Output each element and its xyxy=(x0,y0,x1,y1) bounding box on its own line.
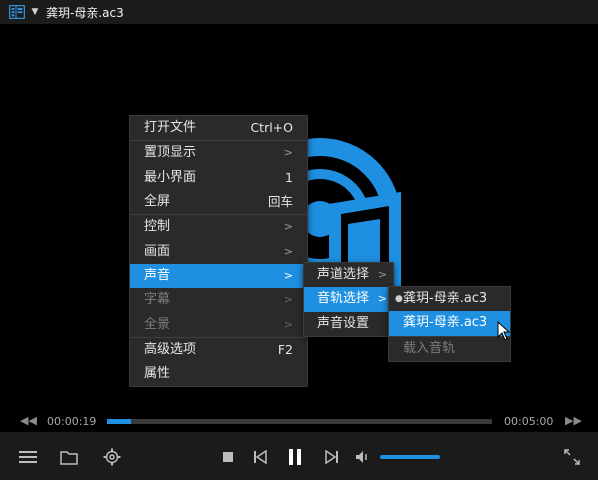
menu-item-picture[interactable]: 画面 > xyxy=(130,239,307,263)
menu-shortcut: 1 xyxy=(285,169,293,185)
progress-track[interactable] xyxy=(107,419,492,424)
menu-label: 声道选择 xyxy=(317,267,370,283)
volume-icon[interactable] xyxy=(352,446,374,468)
menu-label: 画面 xyxy=(144,243,171,259)
menu-item-subtitle[interactable]: 字幕 > xyxy=(130,288,307,312)
current-time: 00:00:19 xyxy=(47,415,97,428)
menu-item-track[interactable]: 音轨选择 > xyxy=(304,287,393,312)
bullet-icon: ● xyxy=(395,294,403,304)
chevron-right-icon: > xyxy=(283,146,293,160)
cursor-icon xyxy=(497,321,511,341)
menu-label: 最小界面 xyxy=(144,169,197,185)
menu-label: 字幕 xyxy=(144,292,171,308)
seek-bar: ◀◀ 00:00:19 00:05:00 ▶▶ xyxy=(0,412,598,432)
chevron-right-icon: > xyxy=(377,292,387,306)
menu-item-audio[interactable]: 声音 > xyxy=(130,263,307,289)
folder-icon[interactable] xyxy=(58,446,80,468)
menu-item-open-file[interactable]: 打开文件 Ctrl+O xyxy=(130,116,307,140)
caret-down-icon[interactable]: ▼ xyxy=(28,1,42,23)
menu-item-panorama[interactable]: 全景 > xyxy=(130,312,307,336)
playlist-icon[interactable] xyxy=(6,1,28,23)
chevron-right-icon: > xyxy=(283,268,293,282)
menu-label: 属性 xyxy=(144,366,171,382)
menu-label: 控制 xyxy=(144,219,171,235)
rewind-icon[interactable]: ◀◀ xyxy=(20,414,37,427)
stop-icon[interactable] xyxy=(217,446,239,468)
menu-item-track-2[interactable]: 龚玥-母亲.ac3 xyxy=(389,311,510,336)
menu-item-track-1[interactable]: ● 龚玥-母亲.ac3 xyxy=(389,287,510,311)
menu-label: 龚玥-母亲.ac3 xyxy=(403,291,488,307)
menu-label: 声音 xyxy=(144,267,171,283)
menu-label: 全屏 xyxy=(144,194,171,210)
forward-icon[interactable]: ▶▶ xyxy=(565,414,582,427)
menu-label: 音轨选择 xyxy=(317,291,370,307)
expand-icon[interactable] xyxy=(561,446,583,468)
chevron-right-icon: > xyxy=(283,220,293,234)
pause-icon[interactable] xyxy=(284,446,306,468)
menu-label: 全景 xyxy=(144,316,171,332)
next-icon[interactable] xyxy=(321,446,343,468)
menu-item-mini-ui[interactable]: 最小界面 1 xyxy=(130,166,307,190)
menu-label: 龚玥-母亲.ac3 xyxy=(403,315,488,331)
menu-label: 打开文件 xyxy=(144,120,197,136)
menu-shortcut: Ctrl+O xyxy=(250,120,293,136)
chevron-right-icon: > xyxy=(283,317,293,331)
window-title: 龚玥-母亲.ac3 xyxy=(46,5,124,20)
menu-label: 置顶显示 xyxy=(144,145,197,161)
track-submenu: ● 龚玥-母亲.ac3 龚玥-母亲.ac3 载入音轨 xyxy=(388,286,511,362)
menu-label: 高级选项 xyxy=(144,341,197,357)
context-menu: 打开文件 Ctrl+O 置顶显示 > 最小界面 1 全屏 回车 控制 > 画面 … xyxy=(129,115,308,388)
prev-icon[interactable] xyxy=(249,446,271,468)
menu-shortcut: 回车 xyxy=(267,194,293,210)
menu-item-pin-top[interactable]: 置顶显示 > xyxy=(130,141,307,165)
menu-item-load-track[interactable]: 载入音轨 xyxy=(389,337,510,361)
control-bar xyxy=(0,432,598,480)
volume-fill xyxy=(380,455,440,459)
menu-icon[interactable] xyxy=(17,446,39,468)
chevron-right-icon: > xyxy=(377,268,387,282)
progress-fill xyxy=(107,419,132,424)
menu-shortcut: F2 xyxy=(277,341,293,357)
menu-item-channel[interactable]: 声道选择 > xyxy=(304,263,393,287)
audio-submenu: 声道选择 > 音轨选择 > 声音设置 xyxy=(303,262,394,337)
chevron-right-icon: > xyxy=(283,293,293,307)
menu-label: 载入音轨 xyxy=(403,340,456,356)
menu-label: 声音设置 xyxy=(317,315,370,331)
total-time: 00:05:00 xyxy=(504,415,554,428)
menu-item-properties[interactable]: 属性 xyxy=(130,362,307,386)
menu-item-control[interactable]: 控制 > xyxy=(130,215,307,239)
gear-icon[interactable] xyxy=(101,446,123,468)
volume-slider[interactable] xyxy=(380,455,440,459)
title-bar: ▼ 龚玥-母亲.ac3 xyxy=(0,0,598,24)
menu-item-fullscreen[interactable]: 全屏 回车 xyxy=(130,190,307,214)
chevron-right-icon: > xyxy=(283,244,293,258)
menu-item-advanced[interactable]: 高级选项 F2 xyxy=(130,338,307,362)
menu-item-audio-settings[interactable]: 声音设置 xyxy=(304,312,393,336)
